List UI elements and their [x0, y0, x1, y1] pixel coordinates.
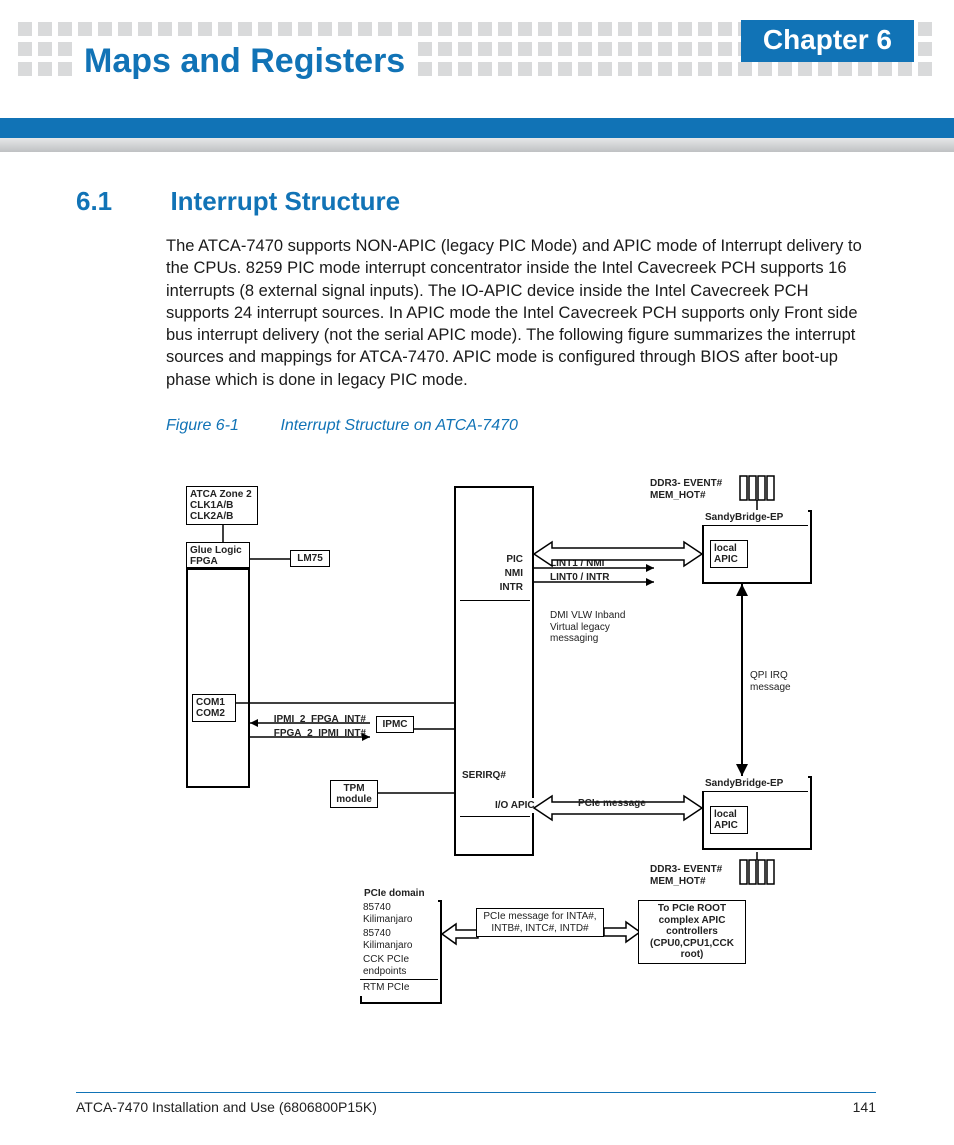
- sandybridge-top-label: SandyBridge-EP: [702, 510, 808, 526]
- ipmc-box: IPMC: [376, 716, 414, 733]
- pic-label: PIC: [486, 552, 526, 567]
- pcie-msg-label: PCIe message: [578, 798, 646, 810]
- pd2: 85740 Kilimanjaro: [360, 926, 438, 954]
- nmi-label: NMI: [486, 566, 526, 581]
- header-blue-bar: [0, 118, 954, 138]
- tpm-box: TPM module: [330, 780, 378, 808]
- page-footer: ATCA-7470 Installation and Use (6806800P…: [76, 1092, 876, 1115]
- section-title: Interrupt Structure: [170, 186, 400, 217]
- pd3: CCK PCIe endpoints: [360, 952, 438, 980]
- section: 6.1 Interrupt Structure The ATCA-7470 su…: [76, 186, 876, 435]
- footer-page: 141: [853, 1099, 876, 1115]
- pd4: RTM PCIe: [360, 980, 438, 996]
- pd1: 85740 Kilimanjaro: [360, 900, 438, 928]
- local-apic-bottom: local APIC: [710, 806, 748, 834]
- lm75-box: LM75: [290, 550, 330, 567]
- figure-caption: Figure 6-1 Interrupt Structure on ATCA-7…: [166, 417, 876, 435]
- glue-logic-container: [186, 568, 250, 788]
- section-body: The ATCA-7470 supports NON-APIC (legacy …: [166, 235, 876, 391]
- atca-zone-box: ATCA Zone 2 CLK1A/B CLK2A/B: [186, 486, 258, 525]
- local-apic-top: local APIC: [710, 540, 748, 568]
- figure-label: Figure 6-1: [166, 417, 276, 435]
- rootcomplex-box: To PCIe ROOT complex APIC controllers (C…: [638, 900, 746, 964]
- figure-caption-text: Interrupt Structure on ATCA-7470: [280, 417, 517, 434]
- dmi-label: DMI VLW Inband Virtual legacy messaging: [550, 610, 650, 645]
- ddr3-bottom-label: DDR3- EVENT# MEM_HOT#: [650, 864, 750, 887]
- footer-left: ATCA-7470 Installation and Use (6806800P…: [76, 1099, 377, 1115]
- glue-logic-box: Glue Logic FPGA: [186, 542, 250, 568]
- chapter-title: Maps and Registers: [76, 42, 413, 81]
- interrupt-diagram: ATCA Zone 2 CLK1A/B CLK2A/B Glue Logic F…: [180, 470, 880, 1050]
- section-number: 6.1: [76, 186, 166, 217]
- serirq-label: SERIRQ#: [462, 770, 506, 782]
- intr-label: INTR: [486, 580, 526, 595]
- sandybridge-bottom-label: SandyBridge-EP: [702, 776, 808, 792]
- intmsg-box: PCIe message for INTA#, INTB#, INTC#, IN…: [476, 908, 604, 937]
- pcie-domain-title: PCIe domain: [364, 888, 425, 900]
- com-box: COM1 COM2: [192, 694, 236, 722]
- ddr3-top-label: DDR3- EVENT# MEM_HOT#: [650, 478, 750, 501]
- header-gray-bar: [0, 138, 954, 152]
- chapter-badge: Chapter 6: [741, 20, 914, 62]
